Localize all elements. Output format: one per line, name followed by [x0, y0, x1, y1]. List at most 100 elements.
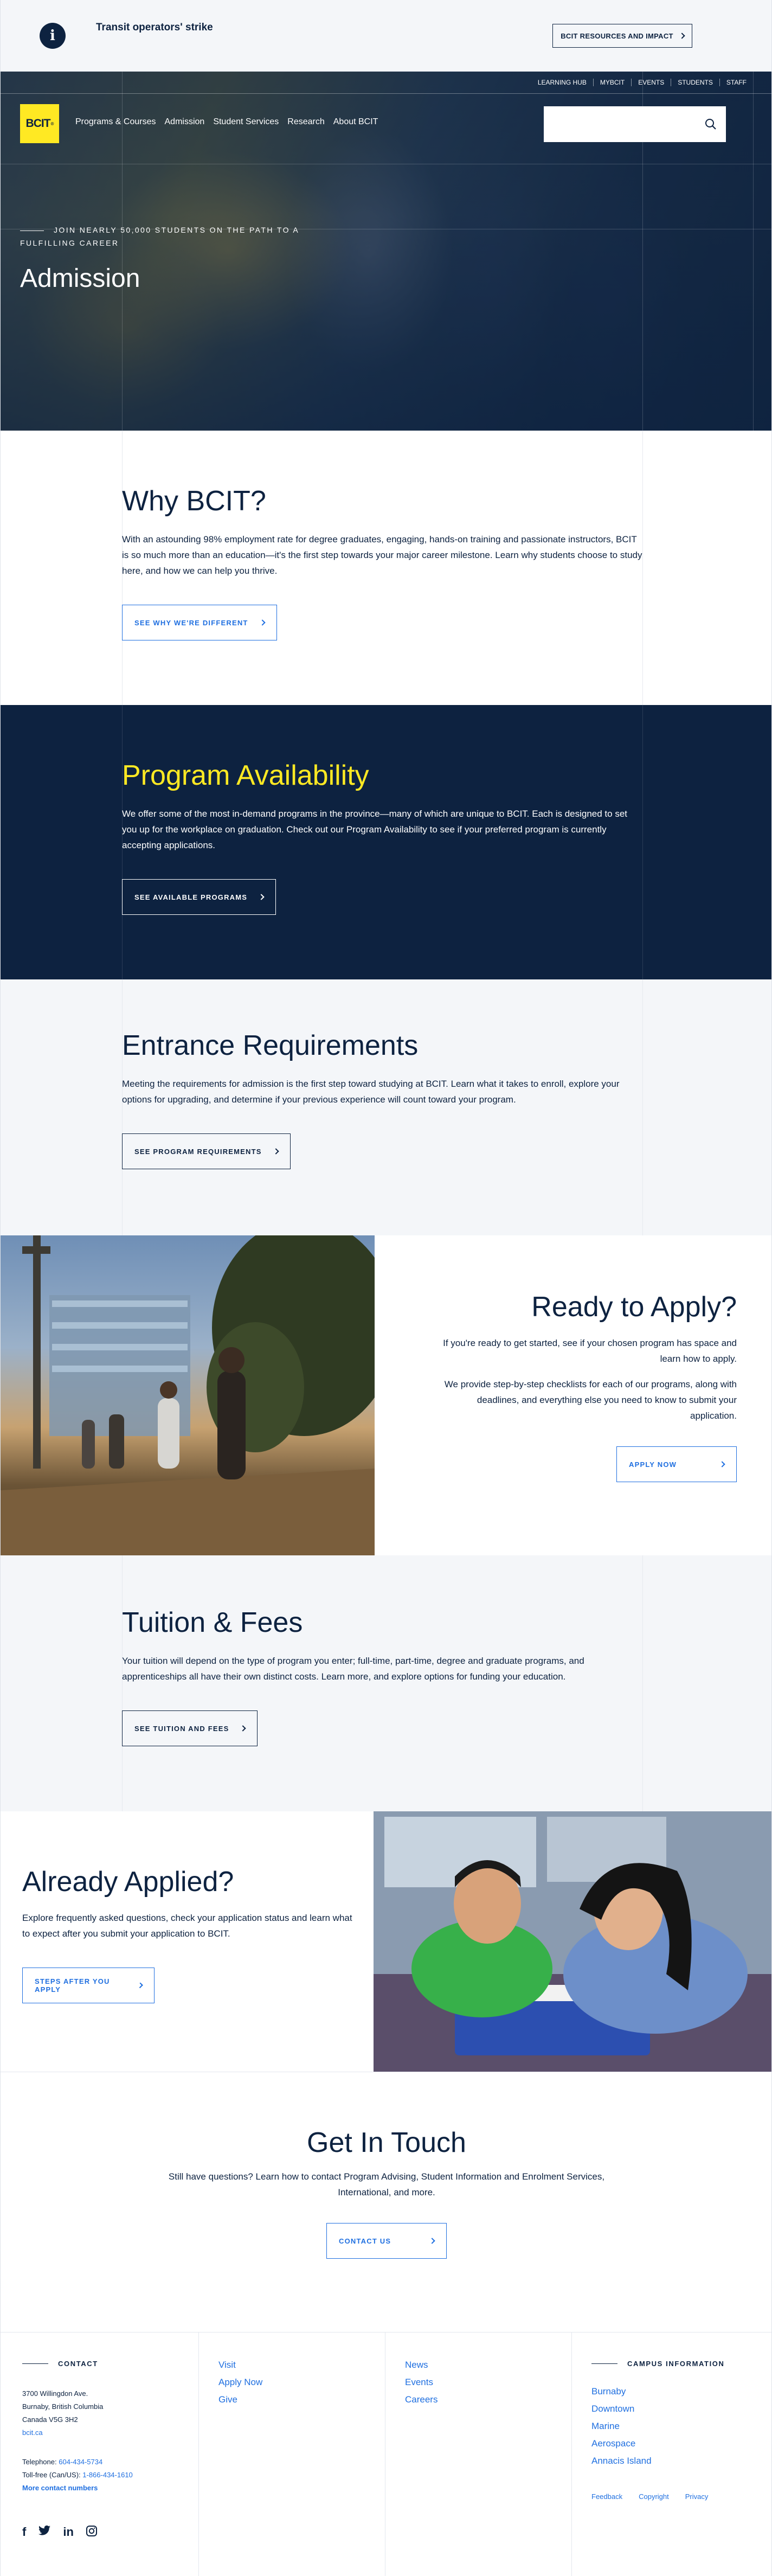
already-applied-title: Already Applied? [22, 1866, 234, 1898]
available-programs-button[interactable]: SEE AVAILABLE PROGRAMS [122, 879, 276, 915]
main-nav: Programs & Courses Admission Student Ser… [75, 117, 378, 127]
program-requirements-label: SEE PROGRAM REQUIREMENTS [134, 1147, 262, 1156]
twitter-icon[interactable] [38, 2525, 51, 2537]
available-programs-label: SEE AVAILABLE PROGRAMS [134, 893, 248, 901]
resources-button[interactable]: BCIT RESOURCES AND IMPACT [552, 24, 692, 48]
alert-text[interactable]: Transit operators' strike [96, 22, 213, 34]
utility-link-learning-hub[interactable]: LEARNING HUB [531, 79, 593, 86]
logo-mark: ® [50, 121, 54, 126]
campus-link-annacis-island[interactable]: Annacis Island [591, 2452, 771, 2470]
program-requirements-button[interactable]: SEE PROGRAM REQUIREMENTS [122, 1133, 291, 1169]
program-availability-title: Program Availability [122, 760, 369, 791]
footer-link-careers[interactable]: Careers [405, 2391, 571, 2408]
campus-photo [1, 1235, 375, 1555]
feedback-link[interactable]: Feedback [591, 2492, 622, 2501]
page: i Transit operators' strike BCIT RESOURC… [0, 0, 772, 2576]
instagram-icon[interactable] [86, 2525, 98, 2537]
alert-banner: i Transit operators' strike BCIT RESOURC… [1, 0, 771, 72]
footer-link-give[interactable]: Give [218, 2391, 385, 2408]
privacy-link[interactable]: Privacy [685, 2492, 709, 2501]
chevron-right-icon [258, 894, 265, 900]
linkedin-icon[interactable]: in [63, 2525, 74, 2539]
nav-admission[interactable]: Admission [165, 117, 205, 127]
program-availability-body: We offer some of the most in-demand prog… [122, 809, 628, 850]
legal-links: Feedback Copyright Privacy [591, 2492, 771, 2501]
why-bcit-title: Why BCIT? [122, 485, 266, 517]
chevron-right-icon [272, 1148, 279, 1155]
tollfree-link[interactable]: 1-866-434-1610 [82, 2471, 133, 2479]
campus-link-aerospace[interactable]: Aerospace [591, 2435, 771, 2452]
footer-link-apply-now[interactable]: Apply Now [218, 2374, 385, 2391]
footer-contact: CONTACT 3700 Willingdon Ave. Burnaby, Br… [1, 2333, 199, 2576]
why-different-button[interactable]: SEE WHY WE'RE DIFFERENT [122, 605, 277, 640]
apply-now-label: APPLY NOW [629, 1460, 677, 1469]
social-links: f in [22, 2525, 177, 2539]
footer-link-events[interactable]: Events [405, 2374, 571, 2391]
get-in-touch-title: Get In Touch [307, 2127, 466, 2158]
why-different-label: SEE WHY WE'RE DIFFERENT [134, 618, 248, 627]
footer-address: 3700 Willingdon Ave. Burnaby, British Co… [22, 2389, 104, 2437]
nav-about-bcit[interactable]: About BCIT [333, 117, 378, 127]
footer-campus-heading: CAMPUS INFORMATION [591, 2360, 771, 2368]
utility-link-students[interactable]: STUDENTS [671, 79, 719, 86]
hero-kicker-text: JOIN NEARLY 50,000 STUDENTS ON THE PATH … [20, 226, 299, 247]
resources-button-label: BCIT RESOURCES AND IMPACT [561, 31, 673, 40]
nav-student-services[interactable]: Student Services [213, 117, 279, 127]
entrance-requirements-section: Entrance Requirements Meeting the requir… [1, 979, 771, 1235]
page-title: Admission [20, 264, 140, 293]
already-applied-section: Already Applied? Explore frequently aske… [1, 1811, 771, 2072]
steps-after-apply-label: STEPS AFTER YOU APPLY [35, 1977, 110, 1994]
footer-link-news[interactable]: News [405, 2356, 571, 2374]
utility-link-staff[interactable]: STAFF [719, 79, 753, 86]
search-icon[interactable] [704, 118, 717, 131]
nav-research[interactable]: Research [287, 117, 324, 127]
footer: CONTACT 3700 Willingdon Ave. Burnaby, Br… [1, 2332, 771, 2576]
footer-campus: CAMPUS INFORMATION Burnaby Downtown Mari… [572, 2333, 771, 2576]
already-applied-body: Explore frequently asked questions, chec… [22, 1913, 352, 1939]
nav-programs-courses[interactable]: Programs & Courses [75, 117, 156, 127]
contact-us-button[interactable]: CONTACT US [326, 2223, 447, 2259]
why-bcit-section: Why BCIT? With an astounding 98% employm… [1, 431, 771, 705]
chevron-right-icon [137, 1982, 143, 1989]
facebook-icon[interactable]: f [22, 2525, 26, 2539]
more-contact-numbers-link[interactable]: More contact numbers [22, 2484, 98, 2492]
contact-us-label: CONTACT US [339, 2237, 391, 2245]
chevron-right-icon [679, 33, 685, 39]
steps-after-apply-button[interactable]: STEPS AFTER YOU APPLY [22, 1968, 155, 2003]
campus-link-burnaby[interactable]: Burnaby [591, 2383, 771, 2400]
chevron-right-icon [259, 619, 266, 626]
tuition-fees-label: SEE TUITION AND FEES [134, 1724, 229, 1733]
bcit-logo[interactable]: BCIT ® [20, 104, 59, 143]
search-box [544, 106, 726, 142]
get-in-touch-body: Still have questions? Learn how to conta… [168, 2171, 605, 2197]
footer-contact-heading: CONTACT [22, 2360, 177, 2368]
campus-link-marine[interactable]: Marine [591, 2418, 771, 2435]
utility-link-mybcit[interactable]: MYBCIT [593, 79, 631, 86]
search-input[interactable] [544, 106, 701, 142]
utility-link-events[interactable]: EVENTS [631, 79, 671, 86]
footer-phones: Telephone: 604-434-5734 Toll-free (Can/U… [22, 2458, 133, 2492]
chevron-right-icon [240, 1725, 247, 1732]
tuition-fees-section: Tuition & Fees Your tuition will depend … [1, 1555, 771, 1811]
footer-col-2: Visit Apply Now Give [199, 2333, 385, 2576]
utility-nav: LEARNING HUB MYBCIT EVENTS STUDENTS STAF… [531, 75, 753, 90]
chevron-right-icon [719, 1461, 725, 1468]
footer-link-visit[interactable]: Visit [218, 2356, 385, 2374]
students-photo [374, 1811, 771, 2072]
info-icon: i [40, 23, 66, 49]
telephone-link[interactable]: 604-434-5734 [59, 2458, 102, 2466]
apply-now-button[interactable]: APPLY NOW [616, 1446, 737, 1482]
logo-text: BCIT [25, 117, 51, 130]
hero: LEARNING HUB MYBCIT EVENTS STUDENTS STAF… [1, 72, 771, 431]
campus-link-downtown[interactable]: Downtown [591, 2400, 771, 2418]
chevron-right-icon [429, 2238, 435, 2244]
ready-to-apply-section: Ready to Apply? If you're ready to get s… [1, 1235, 771, 1555]
get-in-touch-section: Get In Touch Still have questions? Learn… [1, 2072, 771, 2327]
tuition-fees-title: Tuition & Fees [122, 1607, 303, 1638]
footer-site-link[interactable]: bcit.ca [22, 2428, 43, 2437]
tuition-fees-button[interactable]: SEE TUITION AND FEES [122, 1710, 258, 1746]
entrance-requirements-title: Entrance Requirements [122, 1030, 419, 1061]
program-availability-section: Program Availability We offer some of th… [1, 705, 771, 979]
copyright-link[interactable]: Copyright [639, 2492, 669, 2501]
ready-to-apply-body-1: If you're ready to get started, see if y… [443, 1338, 737, 1364]
